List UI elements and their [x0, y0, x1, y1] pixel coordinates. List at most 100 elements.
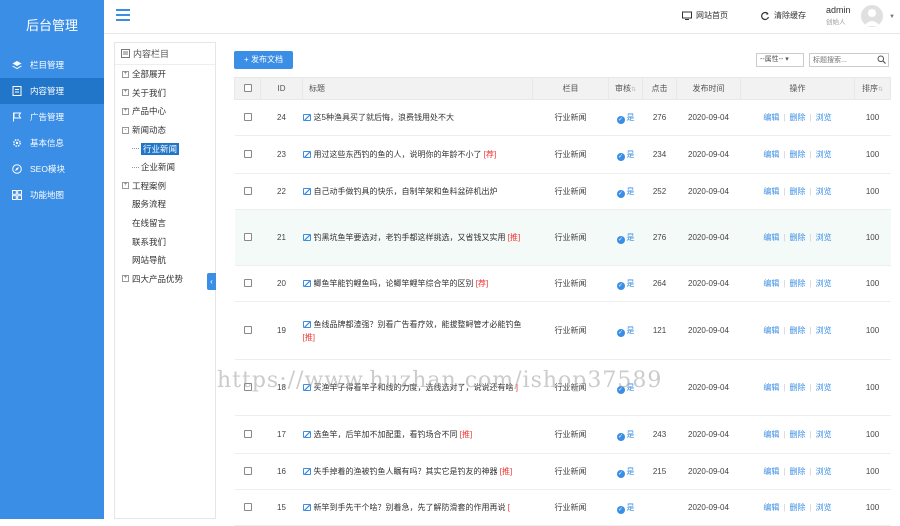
row-checkbox[interactable] [243, 278, 252, 287]
delete-link[interactable]: 删除 [790, 233, 806, 242]
tree-node[interactable]: + 全部展开 [115, 65, 215, 84]
edit-link[interactable]: 编辑 [763, 279, 779, 288]
row-title[interactable]: 鲫鱼竿能钓鲤鱼吗，论鲫竿鲤竿综合竿的区别 [314, 279, 474, 288]
sort-input[interactable]: 100 [860, 185, 886, 199]
edit-link[interactable]: 编辑 [763, 233, 779, 242]
attribute-select[interactable]: --属性-- ▾ [756, 53, 804, 67]
edit-link[interactable]: 编辑 [763, 187, 779, 196]
row-audit[interactable]: ✓ 是 [608, 135, 643, 174]
row-checkbox[interactable] [243, 186, 252, 195]
row-checkbox[interactable] [243, 502, 252, 511]
row-checkbox[interactable] [243, 429, 252, 438]
browse-link[interactable]: 浏览 [816, 383, 832, 392]
expand-toggle-icon[interactable]: + [122, 89, 129, 97]
row-title[interactable]: 买渔竿子得看竿子和线的力度，选线选对了，说说还有啥 [314, 383, 514, 392]
row-title[interactable]: 失手掉着的渔被钓鱼人瞩有吗？其实它是钓友的神器 [314, 467, 498, 476]
tree-node[interactable]: + 工程案例 [115, 177, 215, 196]
browse-link[interactable]: 浏览 [816, 233, 832, 242]
row-audit[interactable]: ✓ 是 [608, 415, 643, 454]
sort-input[interactable]: 100 [860, 381, 886, 395]
tree-node[interactable]: 在线留言 [115, 214, 215, 233]
tree-node[interactable]: - 新闻动态 [115, 121, 215, 140]
col-sort[interactable]: 排序⇅ [854, 77, 891, 100]
browse-link[interactable]: 浏览 [816, 187, 832, 196]
delete-link[interactable]: 删除 [790, 430, 806, 439]
browse-link[interactable]: 浏览 [816, 430, 832, 439]
edit-link[interactable]: 编辑 [763, 150, 779, 159]
sidebar-item-3[interactable]: 基本信息 [0, 130, 104, 156]
sidebar-item-4[interactable]: SEO模块 [0, 156, 104, 182]
delete-link[interactable]: 删除 [790, 187, 806, 196]
col-clicks[interactable]: 点击 [642, 77, 677, 100]
expand-toggle-icon[interactable]: + [122, 70, 129, 78]
sort-input[interactable]: 100 [860, 501, 886, 515]
sort-input[interactable]: 100 [860, 465, 886, 479]
edit-link[interactable]: 编辑 [763, 503, 779, 512]
row-title[interactable]: 用过这些东西钓的鱼的人，说明你的年龄不小了 [314, 150, 482, 159]
row-checkbox[interactable] [243, 382, 252, 391]
expand-toggle-icon[interactable]: + [122, 107, 129, 115]
collapse-tree-button[interactable]: ‹ [207, 273, 216, 290]
row-audit[interactable]: ✓ 是 [608, 453, 643, 490]
menu-toggle-icon[interactable] [116, 9, 130, 21]
delete-link[interactable]: 删除 [790, 383, 806, 392]
row-title[interactable]: 钓黑坑鱼竿要选对，老钓手都这样挑选，又省钱又实用 [314, 233, 506, 242]
edit-link[interactable]: 编辑 [763, 383, 779, 392]
tree-node[interactable]: 服务流程 [115, 195, 215, 214]
sort-input[interactable]: 100 [860, 277, 886, 291]
select-all-checkbox[interactable] [243, 83, 252, 92]
col-date[interactable]: 发布时间 [676, 77, 741, 100]
tree-node[interactable]: 企业新闻 [115, 158, 215, 177]
sidebar-item-5[interactable]: 功能地图 [0, 182, 104, 208]
row-audit[interactable]: ✓ 是 [608, 173, 643, 210]
browse-link[interactable]: 浏览 [816, 279, 832, 288]
expand-toggle-icon[interactable]: + [122, 182, 129, 190]
tree-node[interactable]: + 关于我们 [115, 84, 215, 103]
tree-node[interactable]: 网站导航 [115, 251, 215, 270]
delete-link[interactable]: 删除 [790, 467, 806, 476]
edit-link[interactable]: 编辑 [763, 326, 779, 335]
browse-link[interactable]: 浏览 [816, 326, 832, 335]
delete-link[interactable]: 删除 [790, 503, 806, 512]
row-checkbox[interactable] [243, 466, 252, 475]
edit-link[interactable]: 编辑 [763, 467, 779, 476]
browse-link[interactable]: 浏览 [816, 503, 832, 512]
delete-link[interactable]: 删除 [790, 279, 806, 288]
row-checkbox[interactable] [243, 112, 252, 121]
publish-button[interactable]: + 发布文档 [234, 51, 293, 69]
row-title[interactable]: 自己动手做钓具的快乐，自制竿架和鱼料盆碎机出炉 [314, 187, 498, 196]
clear-cache-link[interactable]: 清除缓存 [760, 10, 806, 21]
edit-link[interactable]: 编辑 [763, 430, 779, 439]
site-home-link[interactable]: 网站首页 [682, 10, 728, 21]
browse-link[interactable]: 浏览 [816, 467, 832, 476]
delete-link[interactable]: 删除 [790, 326, 806, 335]
expand-toggle-icon[interactable]: - [122, 126, 129, 134]
sidebar-item-1[interactable]: 内容管理 [0, 78, 104, 104]
row-title[interactable]: 新竿到手先干个啥？别着急，先了解防滑套的作用再说 [314, 503, 506, 512]
tree-node[interactable]: 联系我们 [115, 232, 215, 251]
sort-input[interactable]: 100 [860, 148, 886, 162]
browse-link[interactable]: 浏览 [816, 150, 832, 159]
browse-link[interactable]: 浏览 [816, 113, 832, 122]
user-info[interactable]: admin 创始人 [826, 5, 851, 26]
row-audit[interactable]: ✓ 是 [608, 265, 643, 302]
row-audit[interactable]: ✓ 是 [608, 359, 643, 416]
delete-link[interactable]: 删除 [790, 150, 806, 159]
row-title[interactable]: 这5种渔具买了就后悔，浪费钱用处不大 [314, 113, 454, 122]
row-audit[interactable]: ✓ 是 [608, 99, 643, 136]
col-audit[interactable]: 审核⇅ [608, 77, 643, 100]
row-audit[interactable]: ✓ 是 [608, 489, 643, 526]
sort-input[interactable]: 100 [860, 324, 886, 338]
row-audit[interactable]: ✓ 是 [608, 209, 643, 266]
tree-node[interactable]: + 产品中心 [115, 102, 215, 121]
row-title[interactable]: 选鱼竿，后竿加不加配重，看钓场合不同 [314, 430, 458, 439]
chevron-down-icon[interactable]: ▼ [889, 14, 895, 20]
tree-node[interactable]: + 四大产品优势 [115, 270, 215, 289]
sidebar-item-2[interactable]: 广告管理 [0, 104, 104, 130]
sort-input[interactable]: 100 [860, 111, 886, 125]
search-icon[interactable] [877, 55, 886, 64]
sort-input[interactable]: 100 [860, 231, 886, 245]
row-checkbox[interactable] [243, 149, 252, 158]
row-title[interactable]: 鱼线品牌都渣强？别看广告看疗效，能拔整鲟管才必能钓鱼 [314, 320, 522, 329]
avatar[interactable] [861, 5, 883, 27]
